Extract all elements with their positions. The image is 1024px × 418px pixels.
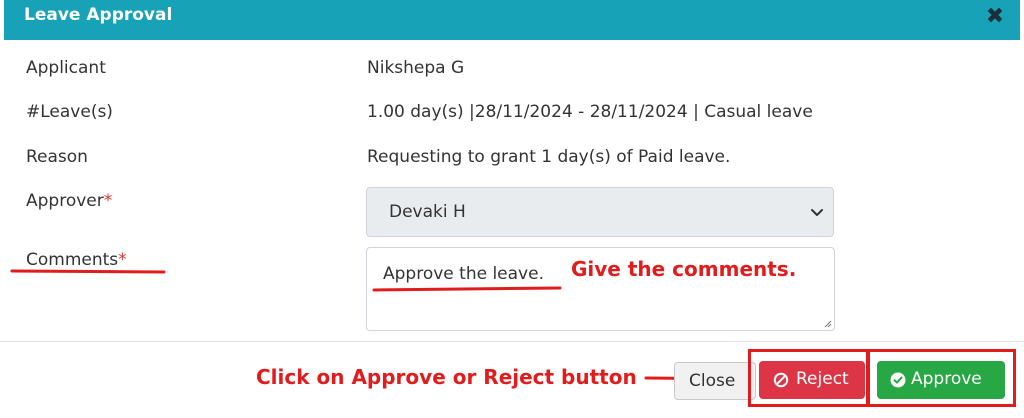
comments-underline-annotation <box>10 269 166 274</box>
approve-button[interactable]: Approve <box>877 361 1005 399</box>
dialog-title: Leave Approval <box>24 5 173 25</box>
reason-label: Reason <box>26 147 88 167</box>
comments-hint-annotation: Give the comments. <box>571 257 797 281</box>
close-button[interactable]: Close <box>674 362 756 400</box>
approver-selected-value: Devaki H <box>389 202 466 222</box>
required-marker: * <box>103 191 113 211</box>
approver-label: Approver* <box>26 191 112 211</box>
leaves-value: 1.00 day(s) |28/11/2024 - 28/11/2024 | C… <box>367 102 813 122</box>
applicant-value: Nikshepa G <box>367 58 465 78</box>
approve-button-label: Approve <box>911 369 982 389</box>
reason-value: Requesting to grant 1 day(s) of Paid lea… <box>367 147 731 167</box>
leaves-label: #Leave(s) <box>26 102 113 122</box>
leave-approval-dialog: Leave Approval ✖ Applicant Nikshepa G #L… <box>0 0 1024 418</box>
reject-button[interactable]: Reject <box>759 361 865 399</box>
close-icon[interactable]: ✖ <box>984 6 1006 28</box>
dialog-header: Leave Approval ✖ <box>4 0 1020 40</box>
comment-text-underline-annotation <box>372 286 562 292</box>
resize-grip-icon[interactable] <box>822 318 832 328</box>
applicant-label: Applicant <box>26 58 106 78</box>
approver-label-text: Approver <box>26 191 104 211</box>
comments-text: Approve the leave. <box>383 264 544 284</box>
button-hint-annotation: Click on Approve or Reject button <box>256 365 637 389</box>
check-circle-icon <box>890 372 906 388</box>
reject-button-label: Reject <box>796 369 849 389</box>
close-button-label: Close <box>689 371 736 391</box>
ban-icon <box>773 372 789 388</box>
chevron-down-icon <box>811 209 823 216</box>
approver-select[interactable]: Devaki H <box>366 187 834 237</box>
footer-divider <box>0 341 1024 342</box>
